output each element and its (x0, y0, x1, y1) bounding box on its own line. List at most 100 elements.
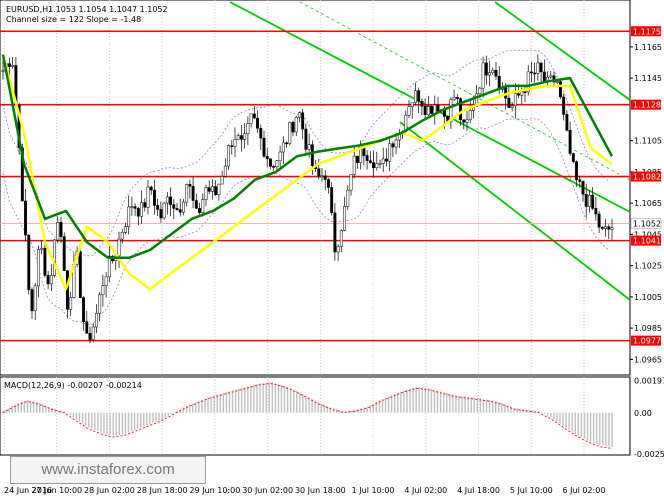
macd-tick-label: 0.00197 (634, 377, 664, 386)
candle-body (46, 275, 50, 285)
candle-body (420, 101, 424, 107)
candle-body (346, 189, 350, 207)
candle-body (104, 276, 108, 286)
candle-body (378, 163, 382, 165)
x-tick-label: 28 Jun 02:00 (84, 486, 135, 495)
candle-body (130, 206, 134, 208)
candle-body (368, 160, 372, 163)
x-tick-label: 30 Jun 02:00 (242, 486, 293, 495)
candle-body (152, 189, 156, 206)
candle-body (600, 226, 604, 229)
candle-body (462, 119, 466, 123)
candle-body (523, 91, 527, 93)
candle-body (504, 86, 508, 99)
candle-body (159, 209, 163, 219)
candle-body (436, 104, 440, 112)
candle-body (243, 133, 247, 140)
candle-body (98, 294, 102, 314)
candle-body (294, 116, 298, 133)
candle-body (610, 227, 614, 230)
candle-body (172, 204, 176, 209)
candle-body (256, 117, 260, 129)
candle-body (291, 122, 295, 133)
candle-body (594, 208, 598, 215)
candle-body (78, 251, 82, 298)
candle-body (310, 144, 314, 166)
level-label: 1.1082 (633, 173, 661, 182)
x-tick-label: 4 Jul 18:00 (457, 486, 500, 495)
candle-body (510, 105, 514, 108)
candle-body (488, 72, 492, 76)
candle-body (33, 285, 37, 312)
candle-body (555, 81, 559, 83)
y-tick-label: 1.0985 (634, 324, 662, 333)
candle-body (565, 114, 569, 131)
level-label: 1.0977 (633, 337, 661, 346)
candle-body (568, 129, 572, 154)
y-tick-label: 1.1025 (634, 262, 662, 271)
candle-body (394, 139, 398, 148)
candle-body (252, 113, 256, 119)
candle-body (478, 87, 482, 95)
candle-body (343, 206, 347, 231)
candle-body (607, 226, 611, 230)
candle-body (175, 208, 179, 210)
candle-body (330, 187, 334, 214)
candle-body (82, 297, 86, 322)
candle-body (507, 97, 511, 108)
candle-body (281, 142, 285, 153)
candle-body (317, 168, 321, 177)
candle-body (275, 160, 279, 168)
candle-body (468, 110, 472, 121)
candle-body (162, 202, 166, 219)
candle-body (410, 102, 414, 107)
candle-body (207, 187, 211, 192)
candle-body (7, 63, 11, 67)
candle-body (40, 247, 44, 250)
candle-body (30, 289, 34, 312)
candle-body (239, 135, 243, 140)
candle-body (578, 179, 582, 182)
x-tick-label: 4 Jul 02:00 (404, 486, 447, 495)
candle-body (597, 213, 601, 228)
current-price-label: 1.1052 (633, 219, 661, 228)
candle-body (326, 179, 330, 188)
candle-body (191, 185, 195, 201)
candle-body (352, 155, 356, 175)
candle-body (349, 174, 353, 191)
candle-body (484, 62, 488, 76)
y-tick-label: 1.1065 (634, 199, 662, 208)
candle-body (391, 143, 395, 148)
level-label: 1.1175 (633, 27, 661, 36)
candle-body (214, 186, 218, 195)
candle-body (542, 71, 546, 82)
candle-body (558, 81, 562, 98)
candle-body (120, 231, 124, 240)
candle-body (297, 112, 301, 118)
candle-body (604, 226, 608, 229)
candle-body (539, 62, 543, 73)
candle-body (381, 158, 385, 164)
candle-body (169, 196, 173, 205)
candle-body (262, 137, 266, 157)
candle-body (430, 106, 434, 114)
candle-body (223, 165, 227, 177)
candle-body (336, 246, 340, 253)
candle-body (517, 93, 521, 96)
header-ohlc: 1.1053 1.1054 1.1047 1.1052 (48, 5, 168, 14)
candle-body (265, 155, 269, 160)
candle-body (185, 184, 189, 203)
candle-body (494, 69, 498, 77)
header-channel: Channel size = 122 Slope = -1.48 (6, 15, 141, 24)
candle-body (591, 194, 595, 209)
candle-body (127, 206, 131, 227)
candle-body (56, 222, 60, 241)
candle-body (11, 65, 15, 67)
candle-body (136, 208, 140, 217)
candle-body (323, 175, 327, 180)
candle-body (562, 96, 566, 115)
candle-body (204, 187, 208, 200)
candle-body (43, 247, 47, 276)
candle-body (259, 128, 263, 139)
candle-body (210, 186, 214, 192)
